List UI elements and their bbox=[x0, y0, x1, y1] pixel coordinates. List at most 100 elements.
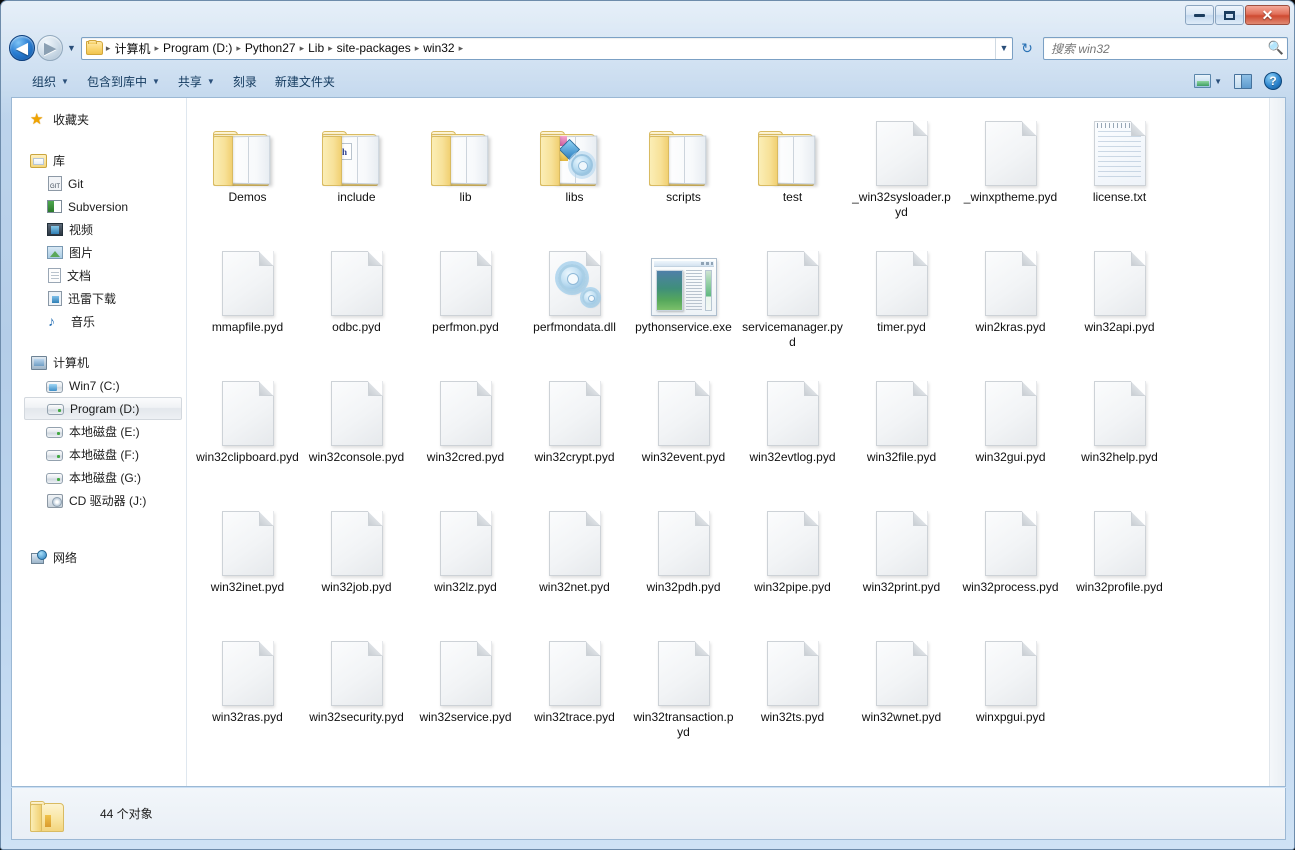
breadcrumb-item-5[interactable]: win32 bbox=[420, 39, 457, 57]
sidebar-item-drive-f[interactable]: 本地磁盘 (F:) bbox=[12, 443, 186, 466]
sidebar-item-videos[interactable]: 视频 bbox=[12, 218, 186, 241]
sidebar-item-music[interactable]: ♪ 音乐 bbox=[12, 310, 186, 333]
sidebar-item-favorites[interactable]: ★ 收藏夹 bbox=[12, 108, 186, 131]
file-item[interactable]: scripts bbox=[629, 104, 738, 234]
search-box[interactable]: 搜索 win32 🔍 bbox=[1043, 36, 1288, 60]
search-input[interactable]: 搜索 win32 bbox=[1044, 40, 1265, 57]
file-item[interactable]: win32api.pyd bbox=[1065, 234, 1174, 364]
file-item[interactable]: win32job.pyd bbox=[302, 494, 411, 624]
maximize-button[interactable] bbox=[1215, 5, 1244, 25]
file-item[interactable]: win32pipe.pyd bbox=[738, 494, 847, 624]
history-dropdown-icon[interactable]: ▼ bbox=[67, 43, 76, 53]
breadcrumb-separator[interactable]: ▸ bbox=[458, 43, 465, 54]
file-item[interactable]: libs bbox=[520, 104, 629, 234]
file-item[interactable]: win32evtlog.pyd bbox=[738, 364, 847, 494]
sidebar-item-downloads[interactable]: 迅雷下载 bbox=[12, 287, 186, 310]
file-icon bbox=[330, 251, 383, 316]
file-item[interactable]: win32ras.pyd bbox=[193, 624, 302, 754]
sidebar-item-network[interactable]: 网络 bbox=[12, 546, 186, 569]
file-item[interactable]: win32file.pyd bbox=[847, 364, 956, 494]
file-item[interactable]: win32help.pyd bbox=[1065, 364, 1174, 494]
file-name-label: _winxptheme.pyd bbox=[963, 190, 1058, 204]
navigation-pane[interactable]: ★ 收藏夹 库 GIT Git Subversion 视频 图片 文档 迅雷下载… bbox=[12, 98, 187, 786]
drive-icon bbox=[46, 450, 63, 461]
file-item[interactable]: win32trace.pyd bbox=[520, 624, 629, 754]
breadcrumb-item-3[interactable]: Lib bbox=[305, 39, 327, 57]
chevron-down-icon[interactable]: ▼ bbox=[995, 37, 1012, 59]
breadcrumb-item-0[interactable]: 计算机 bbox=[111, 38, 153, 59]
sidebar-item-subversion[interactable]: Subversion bbox=[12, 195, 186, 218]
file-item[interactable]: win32service.pyd bbox=[411, 624, 520, 754]
file-item[interactable]: Demos bbox=[193, 104, 302, 234]
file-item[interactable]: win32crypt.pyd bbox=[520, 364, 629, 494]
toolbar-item-new-folder[interactable]: 新建文件夹 bbox=[266, 69, 344, 94]
minimize-button[interactable] bbox=[1185, 5, 1214, 25]
file-item[interactable]: win32security.pyd bbox=[302, 624, 411, 754]
file-item[interactable]: license.txt bbox=[1065, 104, 1174, 234]
forward-button[interactable]: ▶ bbox=[37, 35, 63, 61]
file-item[interactable]: win32pdh.pyd bbox=[629, 494, 738, 624]
file-icon-wrap bbox=[1082, 372, 1158, 446]
file-name-label: win32service.pyd bbox=[419, 710, 512, 724]
file-item[interactable]: win2kras.pyd bbox=[956, 234, 1065, 364]
file-item[interactable]: win32inet.pyd bbox=[193, 494, 302, 624]
file-item[interactable]: lib bbox=[411, 104, 520, 234]
file-item[interactable]: odbc.pyd bbox=[302, 234, 411, 364]
sidebar-item-libraries[interactable]: 库 bbox=[12, 149, 186, 172]
file-item[interactable]: win32wnet.pyd bbox=[847, 624, 956, 754]
file-item[interactable]: win32ts.pyd bbox=[738, 624, 847, 754]
file-item[interactable]: pythonservice.exe bbox=[629, 234, 738, 364]
help-button[interactable]: ? bbox=[1260, 69, 1286, 93]
sidebar-item-drive-c[interactable]: Win7 (C:) bbox=[12, 374, 186, 397]
back-button[interactable]: ◀ bbox=[9, 35, 35, 61]
toolbar-item-include-in-library[interactable]: 包含到库中 ▼ bbox=[78, 69, 169, 94]
file-item[interactable]: mmapfile.pyd bbox=[193, 234, 302, 364]
file-item[interactable]: perfmondata.dll bbox=[520, 234, 629, 364]
file-item[interactable]: win32clipboard.pyd bbox=[193, 364, 302, 494]
file-item[interactable]: h include bbox=[302, 104, 411, 234]
file-item[interactable]: win32console.pyd bbox=[302, 364, 411, 494]
file-item[interactable]: winxpgui.pyd bbox=[956, 624, 1065, 754]
sidebar-item-pictures[interactable]: 图片 bbox=[12, 241, 186, 264]
file-name-label: win32event.pyd bbox=[641, 450, 726, 464]
file-item[interactable]: servicemanager.pyd bbox=[738, 234, 847, 364]
sidebar-item-computer[interactable]: 计算机 bbox=[12, 351, 186, 374]
sidebar-item-git[interactable]: GIT Git bbox=[12, 172, 186, 195]
file-item[interactable]: win32transaction.pyd bbox=[629, 624, 738, 754]
file-item[interactable]: win32cred.pyd bbox=[411, 364, 520, 494]
change-view-button[interactable]: ▼ bbox=[1190, 71, 1226, 91]
sidebar-item-documents[interactable]: 文档 bbox=[12, 264, 186, 287]
picture-icon bbox=[47, 246, 63, 259]
breadcrumb-item-2[interactable]: Python27 bbox=[242, 39, 299, 57]
vertical-scrollbar[interactable] bbox=[1269, 98, 1285, 786]
toolbar-item-share[interactable]: 共享 ▼ bbox=[169, 69, 224, 94]
file-item[interactable]: perfmon.pyd bbox=[411, 234, 520, 364]
file-list-pane[interactable]: Demos h include lib libs scripts test _win32sys… bbox=[187, 98, 1285, 786]
file-icon-wrap bbox=[864, 632, 940, 706]
sidebar-item-drive-g[interactable]: 本地磁盘 (G:) bbox=[12, 466, 186, 489]
file-item[interactable]: win32net.pyd bbox=[520, 494, 629, 624]
breadcrumb-item-1[interactable]: Program (D:) bbox=[160, 39, 235, 57]
file-item[interactable]: _win32sysloader.pyd bbox=[847, 104, 956, 234]
file-item[interactable]: win32profile.pyd bbox=[1065, 494, 1174, 624]
sidebar-item-drive-d[interactable]: Program (D:) bbox=[24, 397, 182, 420]
toolbar-item-organize[interactable]: 组织 ▼ bbox=[23, 69, 78, 94]
sidebar-item-label: 本地磁盘 (G:) bbox=[69, 471, 141, 485]
file-item[interactable]: timer.pyd bbox=[847, 234, 956, 364]
file-item[interactable]: test bbox=[738, 104, 847, 234]
refresh-button[interactable]: ↻ bbox=[1016, 37, 1038, 60]
sidebar-item-drive-e[interactable]: 本地磁盘 (E:) bbox=[12, 420, 186, 443]
file-item[interactable]: win32print.pyd bbox=[847, 494, 956, 624]
preview-pane-button[interactable] bbox=[1230, 71, 1256, 92]
close-button[interactable]: ✕ bbox=[1245, 5, 1290, 25]
sidebar-item-cd-drive-j[interactable]: CD 驱动器 (J:) bbox=[12, 489, 186, 512]
file-item[interactable]: win32lz.pyd bbox=[411, 494, 520, 624]
file-item[interactable]: win32event.pyd bbox=[629, 364, 738, 494]
address-bar[interactable]: ▸ 计算机 ▸ Program (D:) ▸ Python27 ▸ Lib ▸ … bbox=[80, 36, 1013, 60]
file-item[interactable]: win32process.pyd bbox=[956, 494, 1065, 624]
file-item[interactable]: win32gui.pyd bbox=[956, 364, 1065, 494]
file-item[interactable]: _winxptheme.pyd bbox=[956, 104, 1065, 234]
file-icon bbox=[984, 251, 1037, 316]
toolbar-item-burn[interactable]: 刻录 bbox=[224, 69, 266, 94]
breadcrumb-item-4[interactable]: site-packages bbox=[334, 39, 414, 57]
